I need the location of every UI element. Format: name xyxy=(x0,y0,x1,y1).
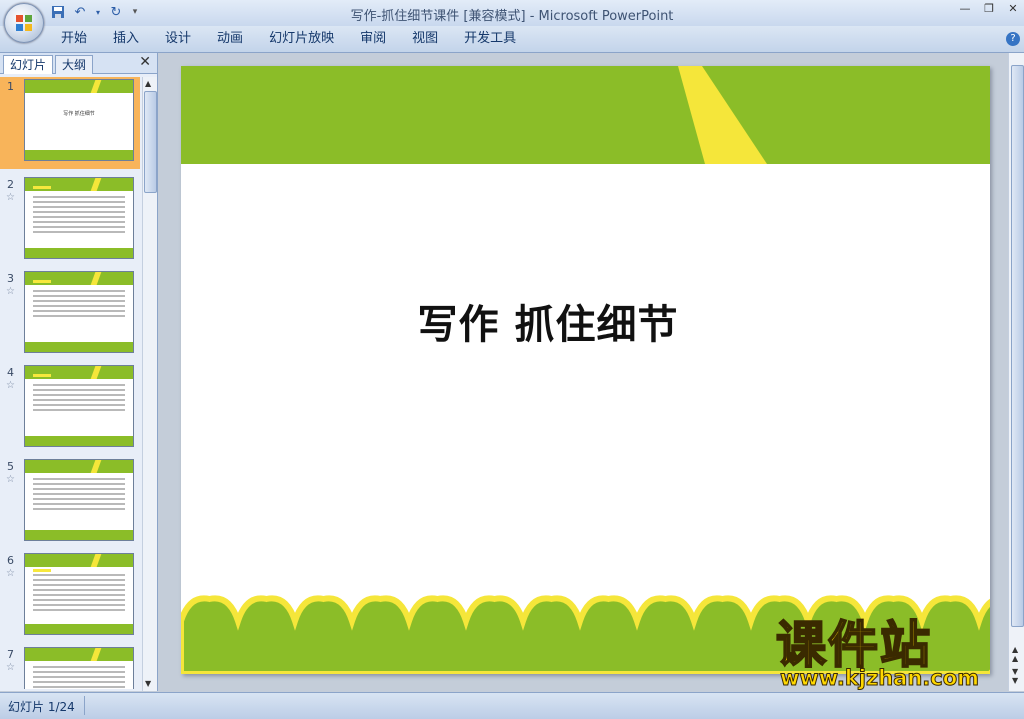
slide-number: 2 xyxy=(7,178,14,191)
help-icon[interactable]: ? xyxy=(1006,32,1020,46)
minimize-icon[interactable]: — xyxy=(958,2,972,15)
animation-star-icon: ☆ xyxy=(6,380,15,391)
close-pane-icon[interactable]: ✕ xyxy=(139,54,151,70)
slide-thumbnail-7[interactable]: 7 ☆ xyxy=(0,645,140,689)
slide-thumbnails: 1 写作 抓住细节 2 ☆ 3 ☆ 4 ☆ 5 ☆ 6 ☆ 7 ☆ xyxy=(0,77,140,689)
tab-design[interactable]: 设计 xyxy=(152,26,204,52)
document-title: 写作-抓住细节课件 [兼容模式] xyxy=(350,9,526,24)
thumbnail-image xyxy=(24,177,134,259)
tab-slides[interactable]: 幻灯片 xyxy=(3,55,54,74)
slides-pane: 幻灯片 大纲 ✕ 1 写作 抓住细节 2 ☆ 3 ☆ 4 ☆ 5 ☆ 6 ☆ 7… xyxy=(0,53,158,691)
window-title: 写作-抓住细节课件 [兼容模式] - Microsoft PowerPoint xyxy=(350,9,674,24)
ribbon-tabs: 开始 插入 设计 动画 幻灯片放映 审阅 视图 开发工具 xyxy=(48,26,529,52)
tab-developer[interactable]: 开发工具 xyxy=(451,26,529,52)
tab-home[interactable]: 开始 xyxy=(48,26,100,52)
tab-view[interactable]: 视图 xyxy=(399,26,451,52)
thumbnail-image: 写作 抓住细节 xyxy=(24,79,134,161)
office-logo-icon xyxy=(16,15,32,31)
slide-scrollbar[interactable]: ▲ ▲ ▼ ▼ xyxy=(1008,53,1024,691)
slide-thumbnail-2[interactable]: 2 ☆ xyxy=(0,175,140,267)
current-slide[interactable]: 写作 抓住细节 xyxy=(181,66,990,674)
tab-animations[interactable]: 动画 xyxy=(204,26,256,52)
slide-number: 5 xyxy=(7,460,14,473)
close-window-icon[interactable]: ✕ xyxy=(1006,2,1020,15)
slide-number: 6 xyxy=(7,554,14,567)
animation-star-icon: ☆ xyxy=(6,662,15,673)
prev-slide-icon[interactable]: ▲ ▲ xyxy=(1012,645,1018,663)
pane-tabs: 幻灯片 大纲 ✕ xyxy=(0,53,157,74)
tab-insert[interactable]: 插入 xyxy=(100,26,152,52)
tab-slideshow[interactable]: 幻灯片放映 xyxy=(256,26,347,52)
slide-thumbnail-3[interactable]: 3 ☆ xyxy=(0,269,140,361)
watermark-url: www.kjzhan.com xyxy=(779,666,980,690)
thumbnail-title: 写作 抓住细节 xyxy=(63,111,95,117)
status-divider xyxy=(84,696,85,715)
ribbon: 开始 插入 设计 动画 幻灯片放映 审阅 视图 开发工具 ? xyxy=(0,26,1024,53)
thumbnail-image xyxy=(24,365,134,447)
slide-number: 4 xyxy=(7,366,14,379)
slide-title[interactable]: 写作 抓住细节 xyxy=(181,292,915,350)
status-bar: 幻灯片 1/24 xyxy=(0,692,1024,719)
slide-background xyxy=(181,66,990,674)
animation-star-icon: ☆ xyxy=(6,286,15,297)
thumbnail-image xyxy=(24,271,134,353)
site-watermark: 课件站 www.kjzhan.com xyxy=(775,616,1002,691)
watermark-logo-text: 课件站 xyxy=(775,616,932,674)
slide-number: 7 xyxy=(7,648,14,661)
title-bar: ↶ ▾ ↻ ▾ 写作-抓住细节课件 [兼容模式] - Microsoft Pow… xyxy=(0,0,1024,27)
thumbnail-scrollbar[interactable]: ▲ ▼ xyxy=(142,77,157,691)
slide-number: 1 xyxy=(7,80,14,93)
slide-thumbnail-4[interactable]: 4 ☆ xyxy=(0,363,140,455)
scroll-up-icon[interactable]: ▲ xyxy=(145,79,151,88)
app-name: Microsoft PowerPoint xyxy=(538,9,674,24)
slide-number: 3 xyxy=(7,272,14,285)
scrollbar-thumb[interactable] xyxy=(1011,65,1024,627)
thumbnail-image xyxy=(24,647,134,689)
slide-indicator: 幻灯片 1/24 xyxy=(8,700,75,714)
scroll-down-icon[interactable]: ▼ xyxy=(145,679,151,688)
animation-star-icon: ☆ xyxy=(6,192,15,203)
slide-thumbnail-5[interactable]: 5 ☆ xyxy=(0,457,140,549)
animation-star-icon: ☆ xyxy=(6,568,15,579)
tab-review[interactable]: 审阅 xyxy=(347,26,399,52)
next-slide-icon[interactable]: ▼ ▼ xyxy=(1012,667,1018,685)
animation-star-icon: ☆ xyxy=(6,474,15,485)
window-controls: — ❐ ✕ xyxy=(958,2,1020,15)
thumbnail-image xyxy=(24,459,134,541)
office-button[interactable] xyxy=(4,3,44,43)
slide-thumbnail-1[interactable]: 1 写作 抓住细节 xyxy=(0,77,140,169)
tab-outline[interactable]: 大纲 xyxy=(55,55,94,74)
restore-icon[interactable]: ❐ xyxy=(982,2,996,15)
scrollbar-thumb[interactable] xyxy=(144,91,157,193)
slide-thumbnail-6[interactable]: 6 ☆ xyxy=(0,551,140,643)
slide-editor: 写作 抓住细节 xyxy=(158,53,1014,691)
thumbnail-image xyxy=(24,553,134,635)
